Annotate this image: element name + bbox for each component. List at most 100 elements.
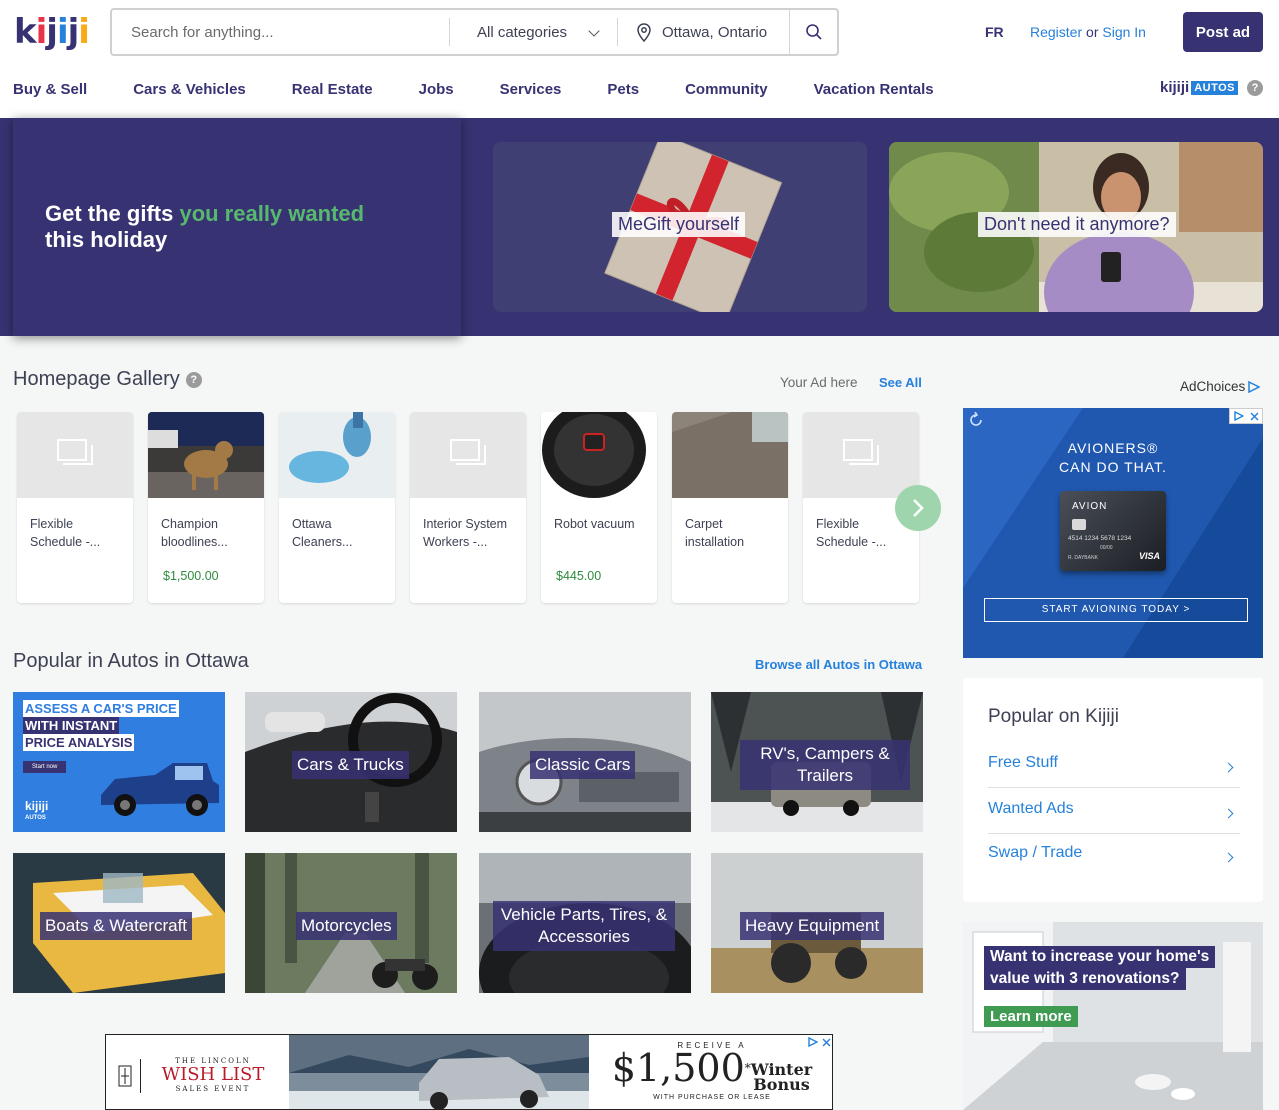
popular-item-label: Free Stuff <box>988 754 1058 771</box>
hero-text-highlight: you really wanted <box>179 201 365 226</box>
motorcycles-tile[interactable]: Motorcycles <box>245 853 457 993</box>
nav-community[interactable]: Community <box>685 81 768 101</box>
rv-campers-label: RV's, Campers & Trailers <box>740 740 910 790</box>
gallery-card[interactable]: Champion bloodlines... $1,500.00 <box>148 412 264 603</box>
lincoln-banner-ad[interactable]: THE LINCOLN WISH LIST SALES EVENT RECEIV… <box>105 1034 833 1110</box>
boats-tile[interactable]: Boats & Watercraft <box>13 853 225 993</box>
rv-campers-tile[interactable]: RV's, Campers & Trailers <box>711 692 923 832</box>
lincoln-star-icon <box>118 1065 132 1087</box>
location-pin-icon <box>637 23 651 43</box>
avion-ad[interactable]: AVIONERS® CAN DO THAT. AVION 4514 1234 5… <box>963 408 1263 658</box>
popular-item-free-stuff[interactable]: Free Stuff <box>988 744 1240 788</box>
register-link[interactable]: Register <box>1030 24 1082 40</box>
kijiji-autos-logo[interactable]: kijiji AUTOS <box>1160 79 1238 96</box>
renovation-ad[interactable]: Want to increase your home's value with … <box>963 922 1263 1110</box>
language-toggle[interactable]: FR <box>985 24 1004 40</box>
bonus-sub: WITH PURCHASE OR LEASE <box>653 1094 771 1101</box>
adchoices-link[interactable]: AdChoices <box>1180 379 1261 394</box>
price-analysis-promo[interactable]: ASSESS A CAR'S PRICE WITH INSTANT PRICE … <box>13 692 225 832</box>
heavy-equipment-tile[interactable]: Heavy Equipment <box>711 853 923 993</box>
sell-label: Don't need it anymore? <box>978 212 1176 237</box>
card-title: Robot vacuum <box>554 517 635 531</box>
gallery-card[interactable]: Interior System Workers -... <box>410 412 526 603</box>
wish-brand: WISH LIST <box>161 1064 265 1085</box>
gallery-card[interactable]: Flexible Schedule -... <box>17 412 133 603</box>
browse-autos-link[interactable]: Browse all Autos in Ottawa <box>755 657 922 672</box>
category-select[interactable]: All categories <box>450 10 616 54</box>
popular-item-swap-trade[interactable]: Swap / Trade <box>988 834 1240 878</box>
avion-line-1: AVIONERS® <box>1067 440 1159 456</box>
close-icon <box>1250 412 1259 420</box>
see-all-link[interactable]: See All <box>879 375 922 390</box>
pickup-truck-image <box>101 763 219 816</box>
boats-label: Boats & Watercraft <box>40 912 193 940</box>
category-label: All categories <box>477 23 568 41</box>
cleaning-image <box>279 412 395 498</box>
chevron-right-icon <box>1223 852 1234 863</box>
placeholder-image <box>803 412 919 498</box>
bonus-bonus: Bonus <box>753 1074 810 1094</box>
header: kijiji All categories Ottawa, Ontario FR… <box>0 0 1279 118</box>
promo-logo: kijiji AUTOS <box>25 800 48 824</box>
popular-item-wanted-ads[interactable]: Wanted Ads <box>988 790 1240 834</box>
adchoices-text: AdChoices <box>1180 379 1246 394</box>
gallery-next-button[interactable] <box>895 485 941 531</box>
nav-vacation-rentals[interactable]: Vacation Rentals <box>814 81 934 101</box>
post-ad-button[interactable]: Post ad <box>1183 12 1263 52</box>
sign-in-link[interactable]: Sign In <box>1102 24 1146 40</box>
image-placeholder-icon <box>57 439 93 465</box>
promo-line-3: PRICE ANALYSIS <box>23 734 135 751</box>
avion-line-2: CAN DO THAT. <box>1059 459 1167 475</box>
vehicle-parts-tile[interactable]: Vehicle Parts, Tires, & Accessories <box>479 853 691 993</box>
megift-tile[interactable]: MeGift yourself <box>493 142 867 312</box>
image-placeholder-icon <box>843 439 879 465</box>
reno-line-1: Want to increase your home's <box>984 946 1216 968</box>
reno-learn-more-button[interactable]: Learn more <box>984 1006 1078 1027</box>
promo-headline: ASSESS A CAR'S PRICE WITH INSTANT PRICE … <box>23 700 179 751</box>
chevron-right-icon <box>1223 762 1234 773</box>
search-bar: All categories Ottawa, Ontario <box>110 8 839 56</box>
kijiji-logo[interactable]: kijiji <box>14 12 90 52</box>
autos-logo-badge: AUTOS <box>1191 80 1238 95</box>
wish-brand-bottom: SALES EVENT <box>175 1085 251 1093</box>
megift-label: MeGift yourself <box>612 212 746 237</box>
nav-real-estate[interactable]: Real Estate <box>292 81 373 101</box>
robot-vacuum-image <box>541 412 657 498</box>
cars-trucks-tile[interactable]: Cars & Trucks <box>245 692 457 832</box>
nav-buy-sell[interactable]: Buy & Sell <box>13 81 87 101</box>
classic-cars-tile[interactable]: Classic Cars <box>479 692 691 832</box>
adchoices-icon <box>1234 411 1244 421</box>
gallery-card[interactable]: Robot vacuum $445.00 <box>541 412 657 603</box>
your-ad-here-link[interactable]: Your Ad here <box>780 375 858 390</box>
nav-pets[interactable]: Pets <box>607 81 639 101</box>
classic-cars-label: Classic Cars <box>530 751 636 779</box>
gallery-card[interactable]: Ottawa Cleaners... <box>279 412 395 603</box>
hero-headline: Get the gifts you really wanted this hol… <box>45 201 405 253</box>
hero-banner: Get the gifts you really wanted this hol… <box>0 118 1279 336</box>
chevron-down-icon <box>588 25 600 37</box>
hero-text-b: this holiday <box>45 227 168 252</box>
hero-promo-card[interactable]: Get the gifts you really wanted this hol… <box>13 118 461 336</box>
popular-on-kijiji: Popular on Kijiji Free Stuff Wanted Ads … <box>963 678 1263 902</box>
gallery-title: Homepage Gallery? <box>13 368 202 391</box>
ad-tag[interactable] <box>803 1035 832 1049</box>
location-select[interactable]: Ottawa, Ontario <box>618 10 790 54</box>
dog-image <box>148 412 264 498</box>
close-icon <box>822 1038 831 1046</box>
promo-start-button[interactable]: Start now <box>23 761 67 773</box>
nav-services[interactable]: Services <box>500 81 562 101</box>
nav-jobs[interactable]: Jobs <box>419 81 454 101</box>
sell-tile[interactable]: Don't need it anymore? <box>889 142 1263 312</box>
ad-tag[interactable] <box>1229 408 1263 424</box>
avion-card-image: AVION 4514 1234 5678 1234 00/00 R. DAYBA… <box>1060 491 1166 571</box>
search-input[interactable] <box>112 10 449 54</box>
search-button[interactable] <box>789 10 837 54</box>
avion-cta-button[interactable]: START AVIONING TODAY > <box>984 598 1248 622</box>
nav-cars-vehicles[interactable]: Cars & Vehicles <box>133 81 246 101</box>
gallery-help-icon[interactable]: ? <box>185 371 202 388</box>
promo-logo-text: kijiji <box>25 799 49 813</box>
refresh-icon[interactable] <box>968 412 984 428</box>
help-icon[interactable]: ? <box>1247 80 1263 96</box>
gallery-card[interactable]: Carpet installation <box>672 412 788 603</box>
placeholder-image <box>17 412 133 498</box>
